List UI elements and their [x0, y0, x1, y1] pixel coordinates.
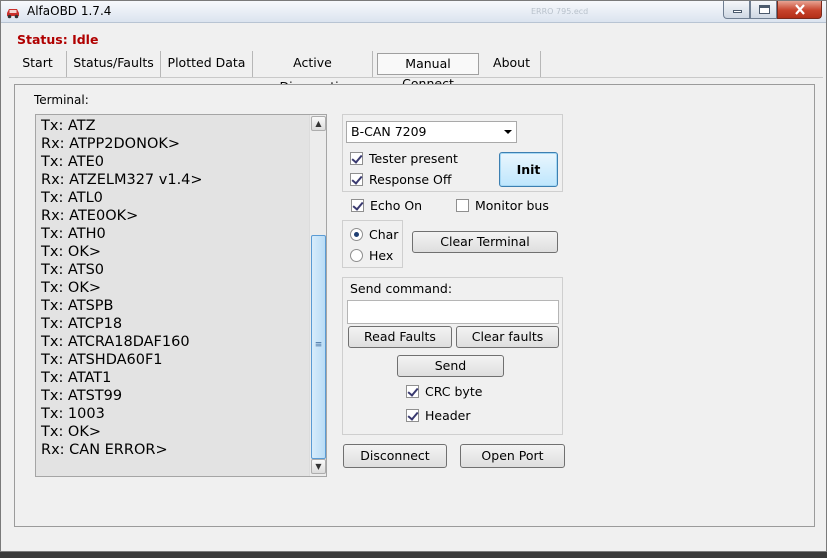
header-checkbox[interactable]: Header [406, 409, 471, 425]
minimize-icon [733, 10, 742, 13]
radio-unselected-icon [350, 249, 363, 262]
monitor-bus-label: Monitor bus [475, 198, 549, 213]
hex-label: Hex [369, 248, 394, 263]
checkbox-checked-icon [350, 173, 363, 186]
response-off-checkbox[interactable]: Response Off [350, 173, 451, 189]
echo-on-checkbox[interactable]: Echo On [351, 199, 422, 215]
tab-about[interactable]: About [483, 51, 541, 77]
terminal-line: Rx: ATPP2DONOK> [41, 136, 181, 152]
tester-present-checkbox[interactable]: Tester present [350, 152, 458, 168]
close-icon [795, 4, 805, 15]
terminal-label: Terminal: [34, 93, 89, 107]
bus-select[interactable]: B-CAN 7209 [346, 121, 517, 143]
send-button[interactable]: Send [397, 355, 504, 377]
scrollbar-thumb[interactable]: ≡ [311, 235, 326, 459]
disconnect-button[interactable]: Disconnect [343, 444, 447, 468]
tab-plotted-data[interactable]: Plotted Data [161, 51, 253, 77]
background-window-text: ERRO 795.ecd [531, 7, 589, 16]
checkbox-checked-icon [406, 385, 419, 398]
terminal-line: Rx: CAN ERROR> [41, 442, 168, 458]
terminal-lines: Tx: ATZ Rx: ATPP2DONOK> Tx: ATE0 Rx: ATZ… [41, 117, 203, 459]
monitor-bus-checkbox[interactable]: Monitor bus [456, 199, 549, 215]
terminal-line: Tx: ATH0 [41, 226, 106, 242]
tab-active-diagnostic[interactable]: Active Diagnostic [253, 51, 373, 94]
tab-manual-connect[interactable]: Manual Connect [377, 53, 479, 91]
terminal-line: Tx: ATS0 [41, 262, 105, 278]
checkbox-checked-icon [406, 409, 419, 422]
title-bar[interactable]: AlfaOBD 1.7.4 ERRO 795.ecd [1, 1, 826, 23]
desktop-strip [0, 552, 827, 558]
command-input[interactable] [347, 300, 559, 324]
bus-select-value: B-CAN 7209 [351, 124, 427, 139]
close-button[interactable] [777, 1, 822, 19]
chevron-down-icon [504, 130, 512, 134]
radio-selected-icon [350, 228, 363, 241]
terminal-line: Rx: ATZELM327 v1.4> [41, 172, 203, 188]
response-off-label: Response Off [369, 172, 452, 187]
tester-present-label: Tester present [369, 151, 458, 166]
terminal-line: Tx: ATST99 [41, 388, 123, 404]
checkbox-checked-icon [350, 152, 363, 165]
terminal-line: Tx: ATAT1 [41, 370, 112, 386]
arrow-up-icon: ▲ [315, 119, 322, 128]
terminal-line: Tx: ATE0 [41, 154, 104, 170]
terminal-line: Tx: ATSPB [41, 298, 114, 314]
scroll-up-button[interactable]: ▲ [311, 116, 326, 131]
hex-radio[interactable]: Hex [350, 249, 393, 265]
terminal-line: Tx: OK> [41, 424, 102, 440]
app-window: AlfaOBD 1.7.4 ERRO 795.ecd Status: Idle … [0, 0, 827, 552]
maximize-button[interactable] [750, 1, 777, 19]
terminal-line: Tx: ATL0 [41, 190, 103, 206]
tab-start[interactable]: Start [9, 51, 67, 77]
terminal-line: Tx: ATZ [41, 118, 96, 134]
clear-faults-button[interactable]: Clear faults [456, 326, 559, 348]
header-label: Header [425, 408, 471, 423]
terminal-output[interactable]: Tx: ATZ Rx: ATPP2DONOK> Tx: ATE0 Rx: ATZ… [35, 114, 327, 477]
minimize-button[interactable] [723, 1, 750, 19]
crc-byte-checkbox[interactable]: CRC byte [406, 385, 482, 401]
init-button[interactable]: Init [499, 152, 558, 187]
tab-status-faults[interactable]: Status/Faults [67, 51, 161, 77]
car-icon [7, 9, 19, 19]
tab-divider [9, 77, 823, 78]
scroll-down-button[interactable]: ▼ [311, 459, 326, 474]
arrow-down-icon: ▼ [315, 462, 322, 471]
clear-terminal-button[interactable]: Clear Terminal [412, 231, 558, 253]
read-faults-button[interactable]: Read Faults [348, 326, 452, 348]
char-radio[interactable]: Char [350, 228, 398, 244]
terminal-line: Rx: ATE0OK> [41, 208, 139, 224]
status-text: Status: Idle [17, 32, 99, 47]
checkbox-unchecked-icon [456, 199, 469, 212]
char-label: Char [369, 227, 399, 242]
crc-byte-label: CRC byte [425, 384, 483, 399]
terminal-line: Tx: ATSHDA60F1 [41, 352, 163, 368]
checkbox-checked-icon [351, 199, 364, 212]
terminal-line: Tx: OK> [41, 280, 102, 296]
terminal-line: Tx: OK> [41, 244, 102, 260]
echo-on-label: Echo On [370, 198, 423, 213]
send-command-label: Send command: [350, 281, 453, 296]
maximize-icon [759, 5, 770, 14]
terminal-line: Tx: ATCRA18DAF160 [41, 334, 190, 350]
terminal-line: Tx: ATCP18 [41, 316, 123, 332]
window-title: AlfaOBD 1.7.4 [27, 4, 112, 18]
open-port-button[interactable]: Open Port [460, 444, 565, 468]
terminal-scrollbar[interactable]: ▲ ≡ ▼ [309, 115, 326, 476]
terminal-line: Tx: 1003 [41, 406, 105, 422]
